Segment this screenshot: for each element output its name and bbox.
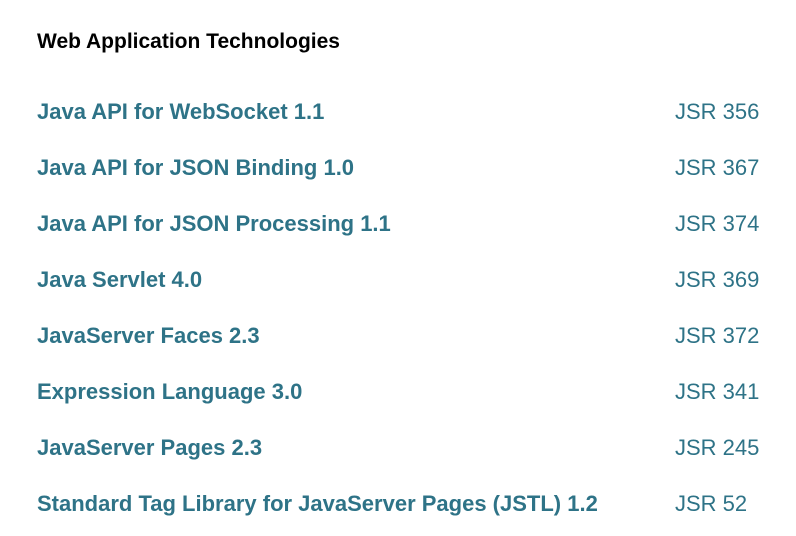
jsr-link[interactable]: JSR 341 [675, 378, 759, 406]
jsr-link[interactable]: JSR 369 [675, 266, 759, 294]
technology-name-link[interactable]: Java Servlet 4.0 [37, 266, 675, 294]
technology-name-link[interactable]: Java API for JSON Processing 1.1 [37, 210, 675, 238]
jsr-link[interactable]: JSR 245 [675, 434, 759, 462]
technology-name-link[interactable]: Expression Language 3.0 [37, 378, 675, 406]
technology-row: Standard Tag Library for JavaServer Page… [37, 476, 777, 532]
jsr-link[interactable]: JSR 356 [675, 98, 759, 126]
technology-row: Expression Language 3.0 JSR 341 [37, 364, 777, 420]
technology-name-link[interactable]: Java API for WebSocket 1.1 [37, 98, 675, 126]
technology-row: Java API for WebSocket 1.1 JSR 356 [37, 84, 777, 140]
technology-name-link[interactable]: JavaServer Pages 2.3 [37, 434, 675, 462]
jsr-link[interactable]: JSR 372 [675, 322, 759, 350]
technology-row: Java API for JSON Processing 1.1 JSR 374 [37, 196, 777, 252]
technology-row: Java Servlet 4.0 JSR 369 [37, 252, 777, 308]
technology-row: Java API for JSON Binding 1.0 JSR 367 [37, 140, 777, 196]
section-title: Web Application Technologies [37, 30, 340, 53]
technology-list: Java API for WebSocket 1.1 JSR 356 Java … [37, 84, 777, 532]
jsr-link[interactable]: JSR 52 [675, 490, 747, 518]
technology-row: JavaServer Faces 2.3 JSR 372 [37, 308, 777, 364]
technology-row: JavaServer Pages 2.3 JSR 245 [37, 420, 777, 476]
technology-name-link[interactable]: Java API for JSON Binding 1.0 [37, 154, 675, 182]
web-application-technologies-section: Web Application Technologies Java API fo… [37, 28, 777, 532]
jsr-link[interactable]: JSR 374 [675, 210, 759, 238]
jsr-link[interactable]: JSR 367 [675, 154, 759, 182]
technology-name-link[interactable]: Standard Tag Library for JavaServer Page… [37, 490, 675, 518]
technology-name-link[interactable]: JavaServer Faces 2.3 [37, 322, 675, 350]
